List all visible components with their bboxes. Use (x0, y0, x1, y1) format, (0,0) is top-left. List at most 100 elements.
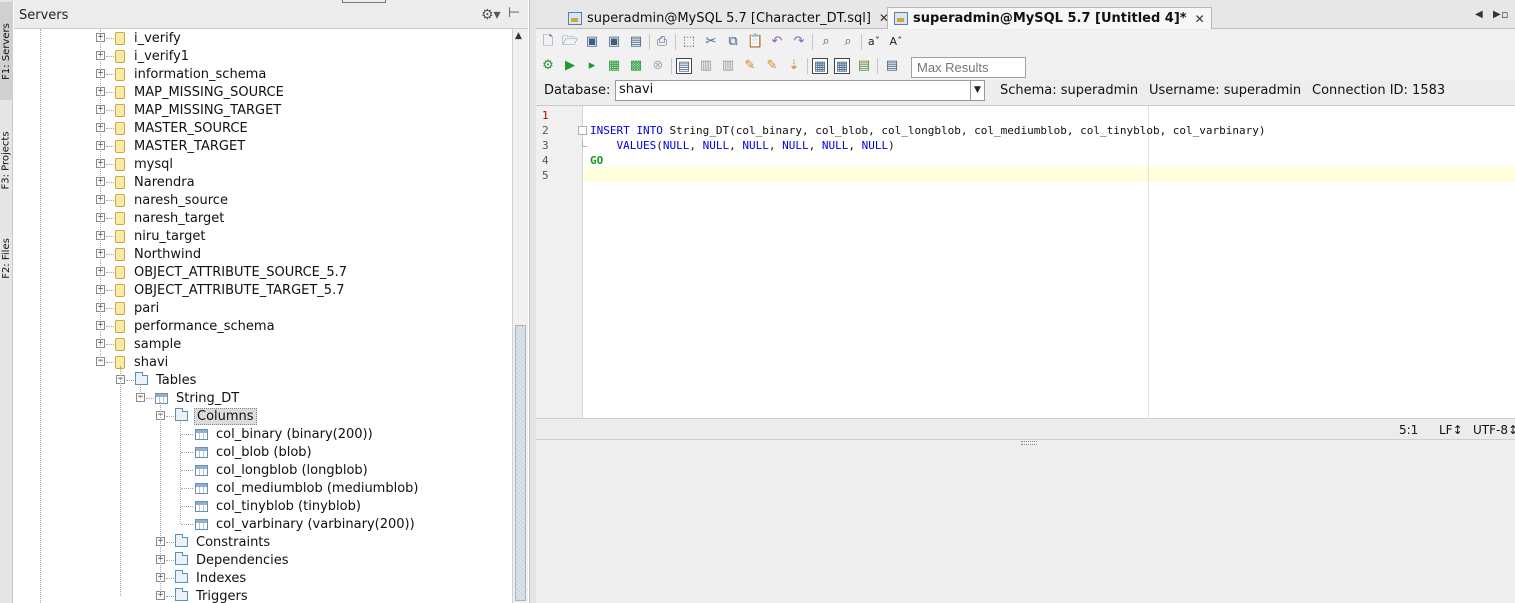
tree-node-folder[interactable]: Dependencies (175, 551, 291, 569)
tree-node-column[interactable]: col_blob (blob) (195, 443, 314, 461)
chevron-right-icon[interactable]: ▶ (1493, 9, 1501, 20)
font-increase-icon[interactable]: Aˆ (888, 34, 904, 50)
line-ending-selector[interactable]: LF↕ (1439, 423, 1463, 437)
stop-icon[interactable]: ⊗ (650, 58, 666, 74)
copy-icon[interactable]: ⧉ (725, 34, 741, 50)
paste-icon[interactable]: 📋 (747, 34, 763, 50)
tree-node-database[interactable]: sample (115, 335, 183, 353)
tree-node-database[interactable]: OBJECT_ATTRIBUTE_SOURCE_5.7 (115, 263, 349, 281)
tree-node-folder[interactable]: Triggers (175, 587, 250, 603)
tree-node-folder[interactable]: Columns (175, 407, 257, 425)
results-tab-icon[interactable]: ▦ (834, 58, 850, 74)
tree-node-column[interactable]: col_mediumblob (mediumblob) (195, 479, 420, 497)
tree-node-database[interactable]: MASTER_TARGET (115, 137, 247, 155)
keyword: NULL (702, 139, 730, 152)
redo-icon[interactable]: ↷ (791, 34, 807, 50)
format-sql-icon[interactable]: ✎ (742, 58, 758, 74)
tree-node-database[interactable]: MASTER_SOURCE (115, 119, 250, 137)
new-file-icon[interactable]: 🗋 (540, 34, 556, 50)
comment-icon[interactable]: ✎ (764, 58, 780, 74)
tree-node-label: Northwind (134, 246, 202, 262)
database-icon (115, 139, 125, 153)
tree-node-database[interactable]: information_schema (115, 65, 268, 83)
select-all-icon[interactable]: ⬚ (681, 34, 697, 50)
undo-icon[interactable]: ↶ (769, 34, 785, 50)
side-tab-servers[interactable]: F1: Servers (0, 2, 13, 100)
tree-node-database[interactable]: mysql (115, 155, 175, 173)
tree-scrollbar[interactable]: ▲ (512, 29, 528, 603)
restore-window-icon[interactable]: ▫ (1501, 8, 1508, 21)
scrollbar-thumb[interactable] (515, 325, 526, 601)
results-grid-icon[interactable]: ▦ (812, 58, 828, 74)
results-resize-grip[interactable] (1021, 441, 1037, 445)
save-as-icon[interactable]: ▣ (606, 34, 622, 50)
tree-connector (126, 380, 134, 381)
tree-node-label: col_varbinary (varbinary(200)) (216, 516, 415, 532)
cut-icon[interactable]: ✂ (703, 34, 719, 50)
tree-node-database[interactable]: pari (115, 299, 161, 317)
tab-character-dt[interactable]: superadmin@MySQL 5.7 [Character_DT.sql] … (562, 7, 895, 29)
font-decrease-icon[interactable]: aˇ (866, 34, 882, 50)
uncomment-icon[interactable]: ⇣ (786, 58, 802, 74)
close-icon[interactable]: ✕ (1195, 12, 1205, 26)
tree-connector (106, 254, 114, 255)
execute-explain-icon[interactable]: ▩ (628, 58, 644, 74)
chevron-down-icon[interactable]: ▼ (970, 81, 984, 100)
tree-node-column[interactable]: col_binary (binary(200)) (195, 425, 375, 443)
tree-connector (106, 236, 114, 237)
tree-node-column[interactable]: col_tinyblob (tinyblob) (195, 497, 363, 515)
rollback-icon[interactable]: ▥ (720, 58, 736, 74)
tree-node-database[interactable]: i_verify1 (115, 47, 191, 65)
print-icon[interactable]: ⎙ (654, 34, 670, 50)
tree-node-folder[interactable]: Indexes (175, 569, 248, 587)
keyword: NULL (742, 139, 769, 152)
execute-icon[interactable]: ▶ (562, 58, 578, 74)
results-text-icon[interactable]: ▤ (856, 58, 872, 74)
database-icon (115, 49, 125, 63)
tree-node-database[interactable]: Narendra (115, 173, 197, 191)
history-icon[interactable]: ▤ (884, 58, 900, 74)
tree-node-database[interactable]: shavi (115, 353, 170, 371)
find-icon[interactable]: ⌕ (818, 34, 834, 50)
database-select-value: shavi (619, 82, 654, 97)
chevron-left-icon[interactable]: ◀ (1475, 9, 1483, 20)
tree-node-table[interactable]: String_DT (155, 389, 241, 407)
tree-node-database[interactable]: niru_target (115, 227, 207, 245)
keyword: NULL (861, 139, 889, 152)
side-tab-projects-label: F3: Projects (1, 130, 12, 190)
tree-node-column[interactable]: col_longblob (longblob) (195, 461, 370, 479)
find-replace-icon[interactable]: ⌕ (840, 34, 856, 50)
save-icon[interactable]: ▣ (584, 34, 600, 50)
tree-node-folder[interactable]: Constraints (175, 533, 272, 551)
tree-node-column[interactable]: col_varbinary (varbinary(200)) (195, 515, 417, 533)
tree-node-database[interactable]: naresh_target (115, 209, 226, 227)
save-all-icon[interactable]: ▤ (628, 34, 644, 50)
max-results-input[interactable] (911, 57, 1026, 78)
sql-editor[interactable]: 1 2 3 4 5 INSERT INTO String_DT(col_bina… (536, 105, 1515, 419)
tree-node-database[interactable]: MAP_MISSING_SOURCE (115, 83, 286, 101)
open-folder-icon[interactable]: 🗁 (562, 34, 578, 50)
tree-node-database[interactable]: MAP_MISSING_TARGET (115, 101, 283, 119)
fold-toggle[interactable] (578, 126, 587, 135)
side-tab-files[interactable]: F2: Files (0, 222, 13, 294)
tree-node-database[interactable]: performance_schema (115, 317, 277, 335)
tree-node-database[interactable]: naresh_source (115, 191, 230, 209)
gear-icon[interactable]: ⚙▾ (481, 7, 501, 23)
tree-node-database[interactable]: Northwind (115, 245, 203, 263)
database-select[interactable]: shavi ▼ (615, 80, 985, 101)
tab-untitled-4[interactable]: superadmin@MySQL 5.7 [Untitled 4]* ✕ (887, 7, 1212, 29)
scroll-up-icon[interactable]: ▲ (515, 31, 522, 41)
commit-icon[interactable]: ▥ (698, 58, 714, 74)
auto-commit-icon[interactable]: ▤ (676, 58, 692, 74)
execute-selection-icon[interactable]: ▦ (606, 58, 622, 74)
encoding-selector[interactable]: UTF-8↕ (1473, 423, 1515, 437)
side-tab-projects[interactable]: F3: Projects (0, 110, 13, 210)
minimize-icon[interactable]: ⊢ (508, 5, 520, 21)
servers-panel: Servers ⚙▾ ⊢ + i_verify + i_verify1 + informa… (14, 0, 528, 603)
tree-node-folder[interactable]: Tables (135, 371, 198, 389)
tree-node-database[interactable]: OBJECT_ATTRIBUTE_TARGET_5.7 (115, 281, 346, 299)
tree-node-database[interactable]: i_verify (115, 29, 183, 47)
panel-splitter[interactable] (529, 0, 536, 603)
execute-current-icon[interactable]: ▸ (584, 58, 600, 74)
execute-gear-icon[interactable]: ⚙ (540, 58, 556, 74)
